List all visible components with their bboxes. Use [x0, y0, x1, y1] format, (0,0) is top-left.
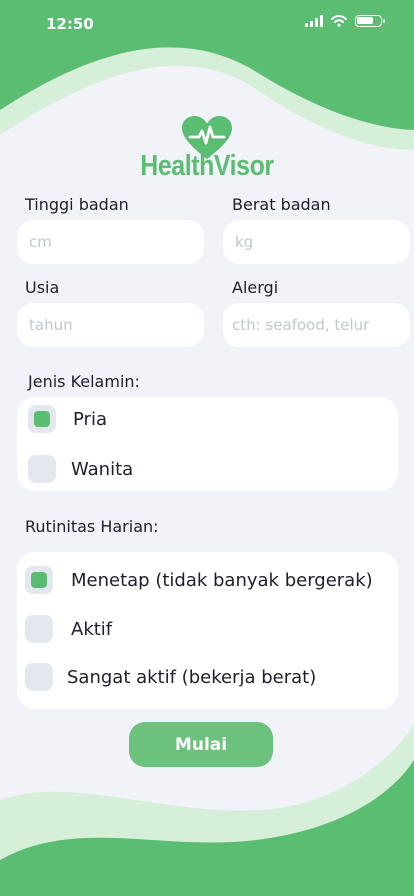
signal-icon	[305, 15, 323, 27]
wifi-icon	[331, 15, 347, 27]
age-label: Usia	[25, 278, 60, 297]
start-button[interactable]: Mulai	[129, 722, 273, 767]
sangat-aktif-checkbox[interactable]	[25, 663, 53, 691]
option-label: Menetap (tidak banyak bergerak)	[71, 569, 373, 591]
weight-input[interactable]	[223, 220, 410, 264]
gender-label: Jenis Kelamin:	[28, 372, 140, 391]
aktif-checkbox[interactable]	[25, 615, 53, 643]
height-label: Tinggi badan	[25, 195, 129, 214]
pria-checkbox[interactable]	[28, 405, 56, 433]
checked-indicator	[34, 411, 50, 427]
option-label: Wanita	[71, 458, 134, 480]
option-label: Pria	[73, 408, 107, 430]
wanita-checkbox[interactable]	[28, 455, 56, 483]
battery-icon	[355, 15, 385, 27]
activity-option-menetap[interactable]: Menetap (tidak banyak bergerak)	[25, 566, 373, 594]
gender-option-pria[interactable]: Pria	[28, 405, 107, 433]
option-label: Aktif	[71, 618, 113, 640]
allergy-input[interactable]	[223, 303, 410, 347]
gender-option-wanita[interactable]: Wanita	[28, 455, 133, 483]
activity-option-sangat-aktif[interactable]: Sangat aktif (bekerja berat)	[25, 663, 316, 691]
age-input[interactable]	[17, 303, 204, 347]
gender-card: Pria Wanita	[17, 397, 398, 491]
weight-label: Berat badan	[232, 195, 331, 214]
status-time: 12:50	[46, 15, 94, 33]
brand-name: HealthVisor	[140, 150, 274, 182]
menetap-checkbox[interactable]	[25, 566, 53, 594]
activity-card: Menetap (tidak banyak bergerak) Aktif Sa…	[17, 552, 398, 709]
checked-indicator	[31, 572, 47, 588]
allergy-label: Alergi	[232, 278, 279, 297]
height-input[interactable]	[17, 220, 204, 264]
option-label: Sangat aktif (bekerja berat)	[67, 666, 317, 688]
activity-label: Rutinitas Harian:	[25, 517, 159, 536]
status-icons	[305, 15, 385, 27]
activity-option-aktif[interactable]: Aktif	[25, 615, 112, 643]
